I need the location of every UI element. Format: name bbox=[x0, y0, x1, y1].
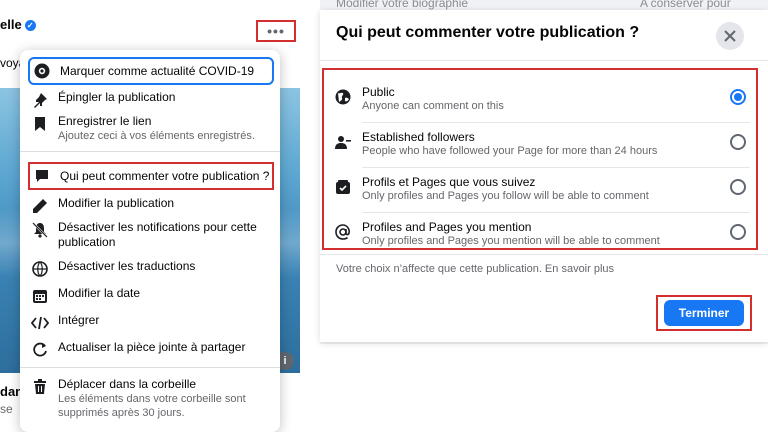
following-icon bbox=[334, 178, 352, 196]
comment-audience-options: Public Anyone can comment on this Establ… bbox=[322, 68, 758, 250]
learn-more-footnote[interactable]: Votre choix n’affecte que cette publicat… bbox=[336, 263, 614, 275]
menu-item-label: Désactiver les traductions bbox=[58, 259, 196, 273]
menu-divider bbox=[20, 151, 280, 152]
menu-item-description: Les éléments dans votre corbeille sont bbox=[58, 393, 246, 405]
trash-icon bbox=[30, 377, 50, 397]
menu-item-label-continued: publication bbox=[58, 235, 116, 249]
menu-item-label: Modifier la publication bbox=[58, 196, 175, 210]
menu-item-label: Actualiser la pièce jointe à partager bbox=[58, 340, 246, 354]
menu-item-move-to-trash[interactable]: Déplacer dans la corbeille Les éléments … bbox=[28, 377, 274, 420]
menu-item-edit-post[interactable]: Modifier la publication bbox=[28, 196, 274, 216]
page-name[interactable]: elle ✓ bbox=[0, 17, 36, 32]
option-public[interactable]: Public Anyone can comment on this bbox=[334, 78, 748, 118]
option-title: Public bbox=[362, 85, 395, 99]
covid-badge-icon bbox=[32, 61, 52, 81]
pencil-icon bbox=[30, 196, 50, 216]
dialog-footer-divider bbox=[320, 254, 768, 255]
menu-item-disable-notifications[interactable]: Désactiver les notifications pour cette … bbox=[28, 220, 274, 250]
menu-item-save-link[interactable]: Enregistrer le lien Ajoutez ceci à vos é… bbox=[28, 114, 274, 143]
close-icon bbox=[724, 30, 736, 42]
refresh-icon bbox=[30, 340, 50, 360]
menu-item-label: Enregistrer le lien bbox=[58, 114, 152, 128]
menu-item-description: Ajoutez ceci à vos éléments enregistrés. bbox=[58, 130, 255, 142]
at-icon bbox=[334, 223, 352, 241]
menu-item-label: Marquer comme actualité COVID-19 bbox=[60, 63, 255, 78]
option-title: Profiles and Pages you mention bbox=[362, 220, 532, 234]
link-subtitle-snippet: se bbox=[0, 402, 13, 416]
menu-item-mark-covid[interactable]: Marquer comme actualité COVID-19 bbox=[28, 57, 274, 85]
menu-item-embed[interactable]: Intégrer bbox=[28, 313, 274, 333]
option-title: Profils et Pages que vous suivez bbox=[362, 175, 536, 189]
dialog-header-divider bbox=[320, 60, 768, 61]
option-title: Established followers bbox=[362, 130, 475, 144]
option-description: Only profiles and Pages you follow will … bbox=[362, 190, 649, 202]
comment-icon bbox=[32, 166, 52, 186]
post-panel: elle ✓ voya i dan se ••• Marquer comme ac… bbox=[0, 0, 300, 432]
close-dialog-button[interactable] bbox=[716, 22, 744, 50]
menu-item-label: Qui peut commenter votre publication ? bbox=[60, 168, 270, 183]
menu-divider bbox=[20, 367, 280, 368]
option-established-followers[interactable]: Established followers People who have fo… bbox=[334, 123, 748, 163]
menu-item-label: Modifier la date bbox=[58, 286, 141, 300]
menu-item-label: Épingler la publication bbox=[58, 90, 176, 104]
calendar-icon bbox=[30, 286, 50, 306]
done-button[interactable]: Terminer bbox=[664, 300, 744, 326]
code-icon bbox=[30, 313, 50, 333]
followers-icon bbox=[334, 133, 352, 151]
screenshot-stage: elle ✓ voya i dan se ••• Marquer comme ac… bbox=[0, 0, 768, 432]
option-profiles-you-mention[interactable]: Profiles and Pages you mention Only prof… bbox=[334, 213, 748, 253]
more-dots-icon: ••• bbox=[267, 23, 285, 39]
done-button-highlight: Terminer bbox=[656, 295, 752, 331]
who-can-comment-dialog: Qui peut commenter votre publication ? P… bbox=[320, 10, 768, 342]
page-name-text: elle bbox=[0, 17, 22, 32]
menu-item-label: Désactiver les notifications pour cette bbox=[58, 220, 257, 234]
edit-bio-link[interactable]: Modifier votre biographie bbox=[336, 0, 468, 10]
option-description: Anyone can comment on this bbox=[362, 100, 504, 112]
option-radio[interactable] bbox=[730, 224, 746, 240]
option-radio[interactable] bbox=[730, 179, 746, 195]
bookmark-icon bbox=[30, 114, 50, 134]
globe-icon bbox=[334, 88, 352, 106]
dialog-title: Qui peut commenter votre publication ? bbox=[336, 24, 640, 41]
menu-item-disable-translations[interactable]: Désactiver les traductions bbox=[28, 259, 274, 279]
menu-item-label: Déplacer dans la corbeille bbox=[58, 377, 197, 391]
menu-item-who-can-comment[interactable]: Qui peut commenter votre publication ? bbox=[28, 162, 274, 190]
verified-badge-icon: ✓ bbox=[24, 20, 36, 32]
post-options-menu: Marquer comme actualité COVID-19 Épingle… bbox=[20, 50, 280, 432]
menu-item-label: Intégrer bbox=[58, 313, 100, 327]
keep-for-text: A conserver pour bbox=[640, 0, 731, 10]
menu-item-edit-date[interactable]: Modifier la date bbox=[28, 286, 274, 306]
bell-off-icon bbox=[30, 220, 50, 240]
menu-item-pin-post[interactable]: Épingler la publication bbox=[28, 90, 274, 110]
option-radio-selected[interactable] bbox=[730, 89, 746, 105]
menu-item-refresh-attachment[interactable]: Actualiser la pièce jointe à partager bbox=[28, 340, 274, 360]
option-description: People who have followed your Page for m… bbox=[362, 145, 658, 157]
option-profiles-you-follow[interactable]: Profils et Pages que vous suivez Only pr… bbox=[334, 168, 748, 208]
option-description: Only profiles and Pages you mention will… bbox=[362, 235, 660, 247]
menu-item-description-continued: supprimés après 30 jours. bbox=[58, 407, 185, 419]
translate-icon bbox=[30, 259, 50, 279]
option-radio[interactable] bbox=[730, 134, 746, 150]
more-options-button[interactable]: ••• bbox=[256, 20, 296, 42]
pin-icon bbox=[30, 90, 50, 110]
